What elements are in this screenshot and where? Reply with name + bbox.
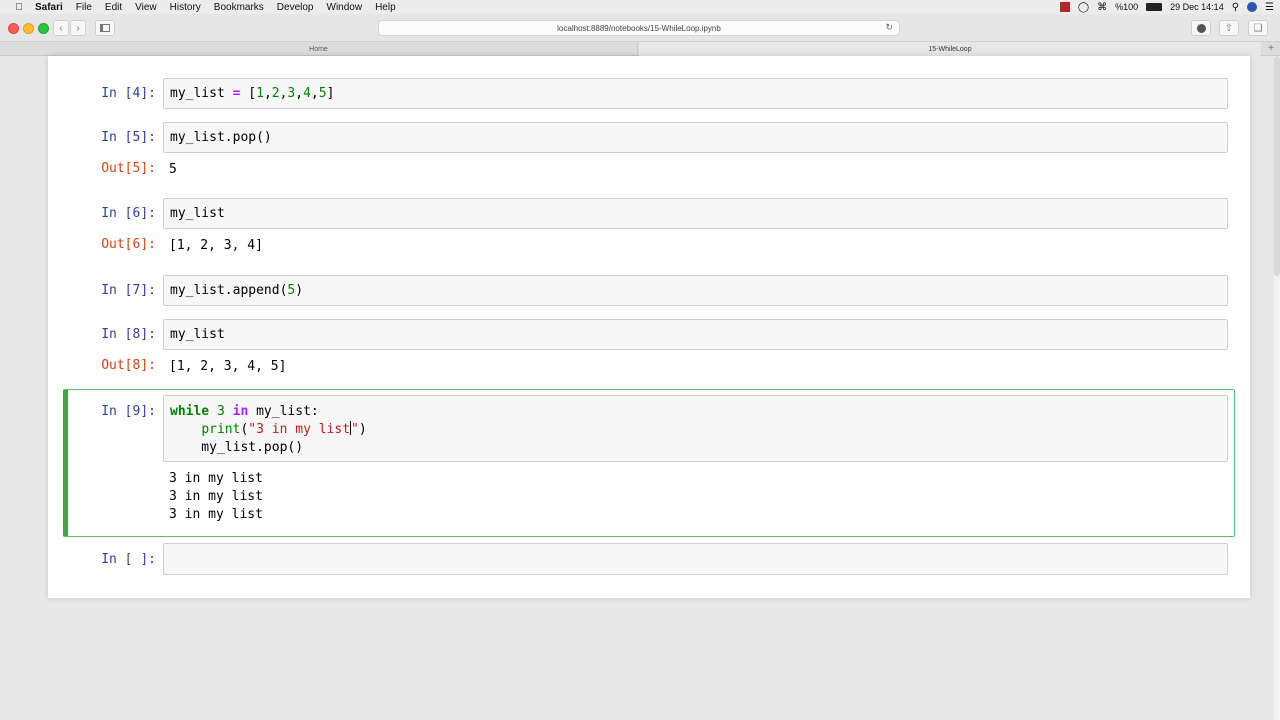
- record-icon[interactable]: [1059, 2, 1070, 12]
- spotlight-search-icon[interactable]: ⚲: [1232, 2, 1239, 13]
- battery-icon[interactable]: [1146, 3, 1163, 11]
- tabs-overview-button[interactable]: ❏: [1248, 20, 1268, 36]
- tab-label: Home: [309, 45, 328, 53]
- notification-center-icon[interactable]: ☰: [1265, 2, 1274, 13]
- forward-button[interactable]: ›: [70, 20, 86, 36]
- battery-percent: %100: [1115, 2, 1139, 12]
- code-line: my_list: [170, 327, 225, 342]
- user-avatar-icon[interactable]: [1247, 2, 1258, 12]
- output-text: [1, 2, 3, 4]: [169, 238, 263, 253]
- notebook-container: In [4]: my_list = [1,2,3,4,5] In [5]: my…: [48, 56, 1250, 598]
- code-input[interactable]: my_list.pop(): [163, 122, 1228, 153]
- apple-icon[interactable]: : [13, 1, 25, 13]
- chevron-left-icon: ‹: [59, 22, 63, 34]
- code-input[interactable]: my_list = [1,2,3,4,5]: [163, 78, 1228, 109]
- zoom-window-button[interactable]: [38, 23, 49, 34]
- code-line: my_list.append(5): [170, 283, 304, 298]
- share-button[interactable]: ⇧: [1219, 20, 1239, 36]
- code-input[interactable]: my_list: [163, 198, 1228, 229]
- input-prompt: In [6]:: [101, 206, 156, 221]
- tabs-icon: ❏: [1253, 22, 1263, 34]
- menu-view[interactable]: View: [135, 2, 157, 13]
- sidebar-button[interactable]: [95, 20, 115, 36]
- builtin-function: print: [201, 422, 241, 437]
- output-prompt: Out[8]:: [101, 358, 156, 373]
- code-line: while 3 in my_list:: [170, 403, 319, 421]
- code-line: my_list.pop(): [170, 130, 272, 145]
- downloads-button[interactable]: [1191, 20, 1211, 36]
- new-tab-button[interactable]: +: [1268, 42, 1274, 56]
- code-input[interactable]: while 3 in my_list: print("3 in my list"…: [163, 395, 1228, 462]
- string-literal-end: ": [351, 422, 359, 437]
- input-prompt: In [9]:: [101, 404, 156, 419]
- menu-window[interactable]: Window: [327, 2, 363, 13]
- input-prompt: In [ ]:: [101, 552, 156, 567]
- stdout-line: 3 in my list: [169, 489, 263, 504]
- wifi-icon[interactable]: ⌘: [1097, 2, 1107, 13]
- sidebar-icon: [100, 24, 110, 32]
- code-line: my_list.pop(): [170, 440, 304, 455]
- input-prompt: In [7]:: [101, 283, 156, 298]
- code-line: print("3 in my list"): [170, 421, 367, 439]
- browser-toolbar: ‹ › localhost:8889/notebooks/15-WhileLoo…: [0, 14, 1280, 42]
- code-input[interactable]: my_list.append(5): [163, 275, 1228, 306]
- keyword: while: [170, 404, 210, 419]
- number-literal: 3: [216, 404, 225, 419]
- menu-bookmarks[interactable]: Bookmarks: [214, 2, 264, 13]
- clock[interactable]: 29 Dec 14:14: [1170, 2, 1224, 12]
- output-text: 5: [169, 162, 177, 177]
- tab-15-whileloop[interactable]: 15-WhileLoop: [639, 42, 1261, 56]
- output-prompt: Out[5]:: [101, 161, 156, 176]
- menu-develop[interactable]: Develop: [277, 2, 314, 13]
- reload-icon[interactable]: ↻: [885, 22, 893, 33]
- output-prompt: Out[6]:: [101, 237, 156, 252]
- menu-help[interactable]: Help: [375, 2, 396, 13]
- stdout-line: 3 in my list: [169, 471, 263, 486]
- menu-app-safari[interactable]: Safari: [35, 2, 63, 13]
- input-prompt: In [4]:: [101, 86, 156, 101]
- input-prompt: In [8]:: [101, 327, 156, 342]
- share-icon: ⇧: [1224, 22, 1234, 34]
- menu-history[interactable]: History: [170, 2, 201, 13]
- scrollbar-thumb[interactable]: [1274, 56, 1280, 276]
- string-literal: "3 in my list: [248, 422, 351, 437]
- menu-edit[interactable]: Edit: [105, 2, 122, 13]
- code-text: my_list:: [256, 404, 319, 419]
- scrollbar[interactable]: [1274, 56, 1280, 720]
- download-icon: [1196, 23, 1206, 33]
- close-window-button[interactable]: [8, 23, 19, 34]
- code-line: my_list = [1,2,3,4,5]: [170, 86, 335, 101]
- shield-icon[interactable]: ◯: [1078, 2, 1089, 13]
- input-prompt: In [5]:: [101, 130, 156, 145]
- back-button[interactable]: ‹: [53, 20, 69, 36]
- output-text: [1, 2, 3, 4, 5]: [169, 359, 287, 374]
- stdout-line: 3 in my list: [169, 507, 263, 522]
- address-bar[interactable]: localhost:8889/notebooks/15-WhileLoop.ip…: [378, 20, 900, 36]
- menu-file[interactable]: File: [76, 2, 92, 13]
- tab-label: 15-WhileLoop: [928, 45, 972, 53]
- menu-bar:  Safari File Edit View History Bookmark…: [0, 0, 1280, 14]
- tab-bar: Home 15-WhileLoop +: [0, 42, 1280, 56]
- operator: in: [232, 404, 249, 419]
- url-text: localhost:8889/notebooks/15-WhileLoop.ip…: [557, 23, 721, 33]
- code-line: my_list: [170, 206, 225, 221]
- tab-home[interactable]: Home: [0, 42, 638, 56]
- code-input[interactable]: my_list: [163, 319, 1228, 350]
- chevron-right-icon: ›: [76, 22, 80, 34]
- paren: ): [358, 422, 367, 437]
- code-input-empty[interactable]: [163, 543, 1228, 575]
- minimize-window-button[interactable]: [23, 23, 34, 34]
